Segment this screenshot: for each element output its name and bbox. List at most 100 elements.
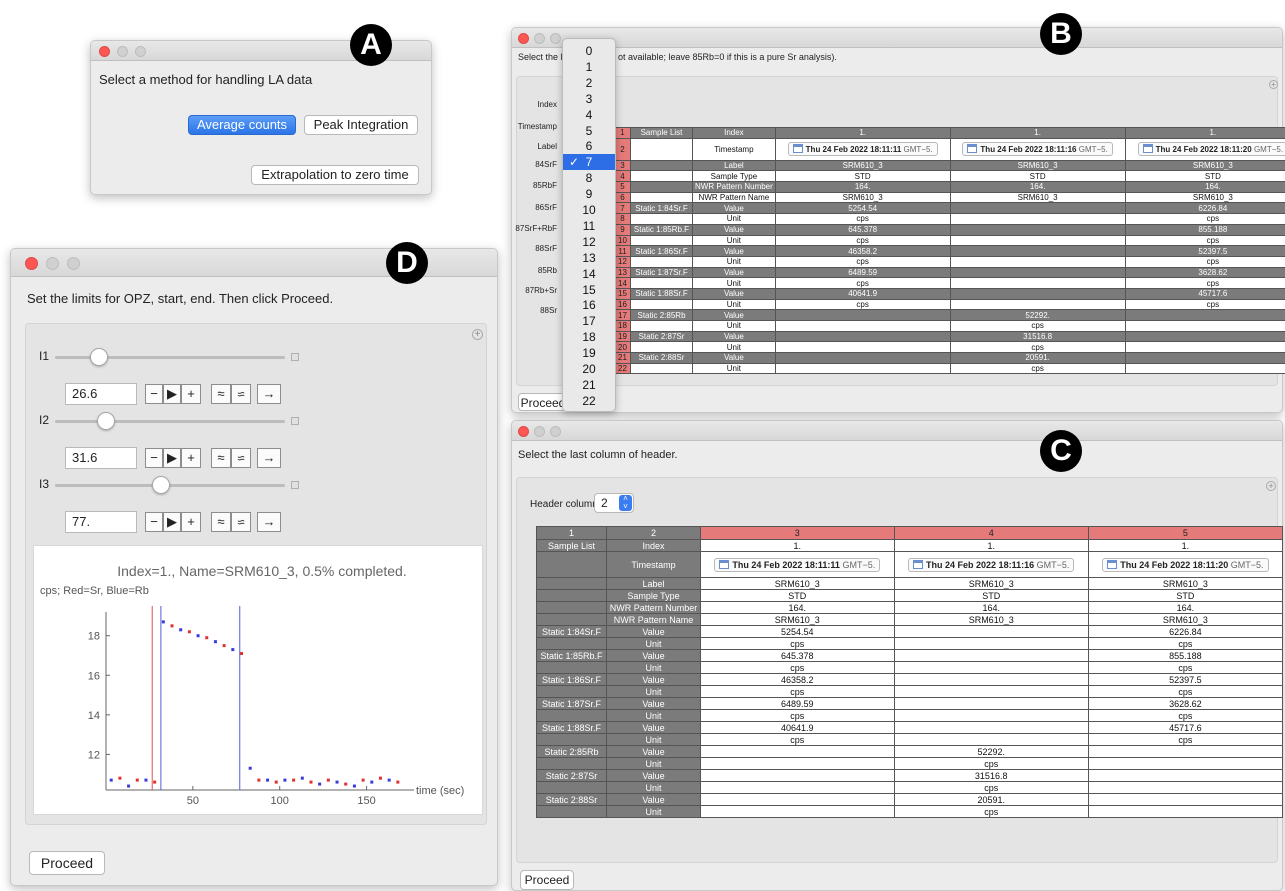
close-button[interactable] (518, 33, 529, 44)
row-number[interactable]: 17 (614, 309, 631, 321)
zoom-button[interactable] (67, 257, 80, 270)
slider-track[interactable] (55, 484, 285, 487)
increment-button[interactable]: + (181, 448, 201, 468)
direction-button[interactable]: → (257, 448, 281, 468)
decrement-button[interactable]: − (145, 448, 163, 468)
dropdown-item[interactable]: 11 (563, 218, 615, 234)
row-number[interactable]: 7 (614, 202, 631, 215)
row-number[interactable]: 8 (614, 213, 631, 225)
dropdown-item[interactable]: 13 (563, 250, 615, 266)
minimize-button[interactable] (534, 426, 545, 437)
dropdown-item[interactable]: 1 (563, 59, 615, 75)
dropdown-item[interactable]: 14 (563, 266, 615, 282)
row-number[interactable]: 20 (614, 341, 631, 354)
direction-button[interactable]: → (257, 384, 281, 404)
play-button[interactable]: ▶ (163, 512, 181, 532)
timestamp-button[interactable]: Thu 24 Feb 2022 18:11:20 GMT−5. (1102, 557, 1269, 572)
zoom-button[interactable] (550, 33, 561, 44)
panel-plus-icon[interactable]: + (1266, 481, 1276, 491)
dropdown-item[interactable]: 10 (563, 202, 615, 218)
dropdown-item[interactable]: 7 ✓ (563, 154, 615, 171)
increment-button[interactable]: + (181, 512, 201, 532)
panel-plus-icon[interactable]: + (1269, 80, 1278, 89)
peak-integration-button[interactable]: Peak Integration (304, 115, 418, 135)
row-number[interactable]: 19 (614, 330, 631, 343)
slider-track[interactable] (55, 420, 285, 423)
slower-button[interactable]: ≈ (231, 384, 251, 404)
timestamp-button[interactable]: Thu 24 Feb 2022 18:11:16 GMT−5. (962, 142, 1113, 157)
slider-value-field[interactable]: 31.6 (65, 447, 137, 469)
row-number[interactable]: 9 (614, 223, 631, 236)
row-number[interactable]: 4 (614, 170, 631, 183)
slider-knob[interactable] (151, 476, 170, 494)
slower-button[interactable]: ≈ (231, 512, 251, 532)
play-button[interactable]: ▶ (163, 448, 181, 468)
dropdown-item[interactable]: 19 (563, 345, 615, 361)
header-columns-select[interactable]: 2 ˄ ˅ (594, 493, 634, 513)
average-counts-button[interactable]: Average counts (188, 115, 296, 135)
dropdown-item[interactable]: 4 (563, 107, 615, 123)
dropdown-item[interactable]: 6 (563, 138, 615, 154)
minimize-button[interactable] (46, 257, 59, 270)
dropdown-item[interactable]: 3 (563, 91, 615, 107)
stepper-chevron-icon[interactable]: ˄ ˅ (619, 495, 632, 511)
row-number[interactable]: 22 (614, 362, 631, 375)
slider-options-icon[interactable] (291, 417, 299, 425)
dropdown-item[interactable]: 18 (563, 329, 615, 345)
panel-plus-icon[interactable]: + (472, 329, 483, 340)
row-number[interactable]: 14 (614, 277, 631, 289)
close-button[interactable] (25, 257, 38, 270)
row-number[interactable]: 16 (614, 298, 631, 311)
zoom-button[interactable] (135, 46, 146, 57)
dropdown-item[interactable]: 16 (563, 297, 615, 313)
column-header[interactable]: 4 (893, 526, 1089, 540)
slider-options-icon[interactable] (291, 353, 299, 361)
row-number[interactable]: 15 (614, 287, 631, 300)
dropdown-item[interactable]: 12 (563, 234, 615, 250)
extrapolation-button[interactable]: Extrapolation to zero time (251, 165, 419, 185)
play-button[interactable]: ▶ (163, 384, 181, 404)
row-number[interactable]: 18 (614, 320, 631, 332)
faster-button[interactable]: ≈ (211, 512, 231, 532)
minimize-button[interactable] (117, 46, 128, 57)
proceed-button[interactable]: Proceed (29, 851, 105, 875)
column-header[interactable]: 2 (606, 526, 701, 540)
proceed-button[interactable]: Proceed (518, 393, 568, 411)
increment-button[interactable]: + (181, 384, 201, 404)
row-number[interactable]: 1 (614, 127, 631, 139)
close-button[interactable] (99, 46, 110, 57)
rb-column-dropdown[interactable]: 0 1 2 3 4 5 6 7 ✓ 8 9 10 11 12 13 14 15 16 17 18 19 20 21 22 (562, 38, 616, 412)
dropdown-item[interactable]: 17 (563, 313, 615, 329)
decrement-button[interactable]: − (145, 384, 163, 404)
dropdown-item[interactable]: 5 (563, 123, 615, 139)
row-number[interactable]: 11 (614, 245, 631, 257)
faster-button[interactable]: ≈ (211, 448, 231, 468)
row-number[interactable]: 5 (614, 181, 631, 193)
slider-knob[interactable] (96, 412, 115, 430)
row-number[interactable]: 6 (614, 191, 631, 204)
column-header[interactable]: 3 (700, 526, 895, 540)
timestamp-button[interactable]: Thu 24 Feb 2022 18:11:16 GMT−5. (908, 557, 1075, 572)
row-number[interactable]: 12 (614, 255, 631, 268)
dropdown-item[interactable]: 22 (563, 393, 615, 409)
row-number[interactable]: 10 (614, 234, 631, 247)
slower-button[interactable]: ≈ (231, 448, 251, 468)
row-number[interactable]: 3 (614, 159, 631, 172)
timestamp-button[interactable]: Thu 24 Feb 2022 18:11:11 GMT−5. (787, 142, 938, 157)
row-number[interactable]: 13 (614, 266, 631, 279)
slider-value-field[interactable]: 77. (65, 511, 137, 533)
timestamp-button[interactable]: Thu 24 Feb 2022 18:11:20 GMT−5. (1137, 142, 1285, 157)
dropdown-item[interactable]: 0 (563, 43, 615, 59)
timestamp-button[interactable]: Thu 24 Feb 2022 18:11:11 GMT−5. (714, 557, 881, 572)
decrement-button[interactable]: − (145, 512, 163, 532)
slider-knob[interactable] (89, 348, 108, 366)
row-number[interactable]: 2 (614, 137, 631, 161)
zoom-button[interactable] (550, 426, 561, 437)
column-header[interactable]: 1 (536, 526, 607, 540)
column-header[interactable]: 5 (1087, 526, 1284, 540)
slider-value-field[interactable]: 26.6 (65, 383, 137, 405)
direction-button[interactable]: → (257, 512, 281, 532)
dropdown-item[interactable]: 9 (563, 186, 615, 202)
proceed-button[interactable]: Proceed (520, 870, 574, 890)
dropdown-item[interactable]: 8 (563, 170, 615, 186)
